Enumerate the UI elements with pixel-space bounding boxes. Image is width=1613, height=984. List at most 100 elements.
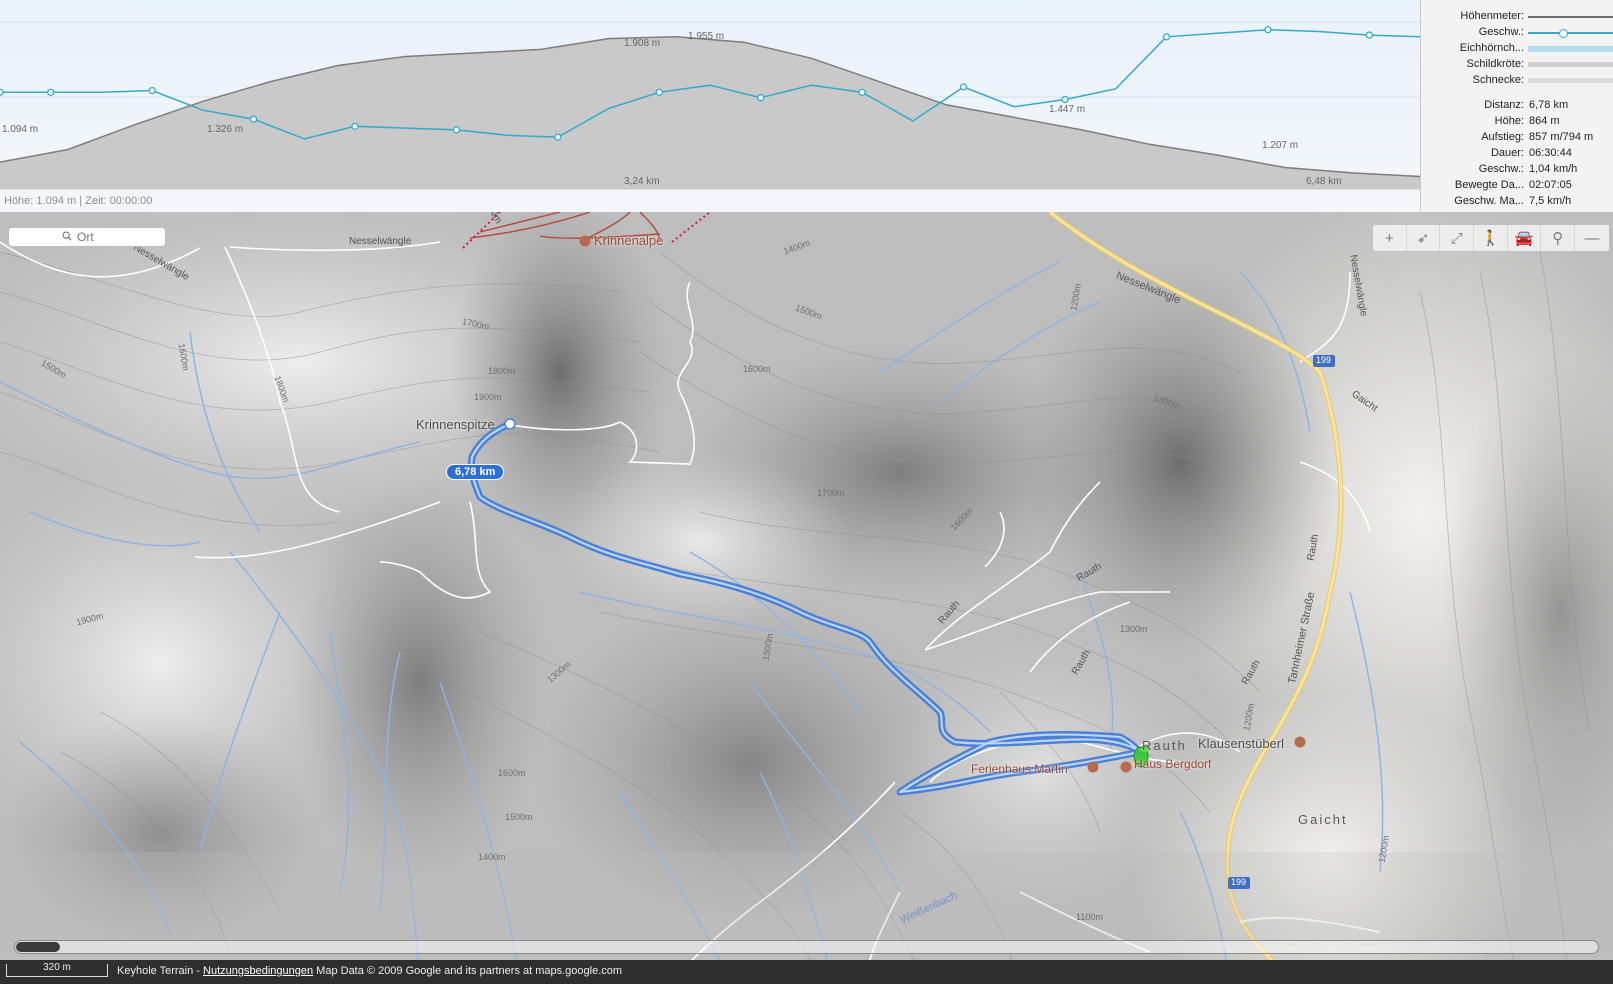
contour-label: 1600m: [743, 364, 771, 374]
stat-moving-time: Bewegte Da... 02:07:05: [1421, 179, 1613, 193]
contour-label: 1400m: [478, 852, 506, 862]
stat-label: Aufstieg:: [1481, 131, 1524, 143]
contour-label: 1800m: [488, 366, 516, 376]
legend-label: Geschw.:: [1478, 26, 1524, 38]
stat-label: Höhe:: [1494, 115, 1524, 127]
legend-label: Schnecke:: [1472, 74, 1524, 86]
attribution-suffix: Map Data © 2009 Google and its partners …: [313, 965, 623, 977]
track-distance-badge: 6,78 km: [446, 464, 505, 480]
minus-icon: —: [1584, 229, 1600, 247]
speed-point: [858, 88, 866, 96]
contour-label: 1300m: [1120, 624, 1148, 634]
stat-duration: Dauer: 06:30:44: [1421, 147, 1613, 161]
terrain-map[interactable]: Krinnenspitze Krinnenalpe Ferienhaus Mar…: [0, 212, 1613, 984]
altitude-label: 1.447 m: [1049, 104, 1086, 115]
distance-label: 6,48 km: [1306, 176, 1342, 187]
attribution: Keyhole Terrain - Nutzungsbedingungen Ma…: [117, 965, 622, 977]
legend-marker: [1559, 29, 1568, 38]
speed-point: [1264, 26, 1272, 34]
altitude-label: 1.326 m: [207, 124, 244, 135]
scale-bar: 320 m: [6, 962, 108, 977]
car-icon: 🚘: [1514, 230, 1534, 247]
route-label: 199: [1316, 355, 1332, 365]
poi-icon-bergdorf: [1120, 761, 1132, 773]
walk-mode-button[interactable]: 🚶: [1474, 225, 1508, 251]
speed-point: [959, 83, 968, 91]
stat-height: Höhe: 864 m: [1421, 115, 1613, 129]
expand-icon: ⤢: [1450, 229, 1463, 247]
legend-elevation: Höhenmeter:: [1421, 10, 1613, 24]
stat-ascent: Aufstieg: 857 m/794 m: [1421, 131, 1613, 145]
speed-point: [554, 133, 562, 141]
profile-status: Höhe: 1.094 m | Zeit: 00:00:00: [4, 195, 153, 207]
zoom-in-button[interactable]: +: [1373, 225, 1407, 251]
location-arrow-icon: ➶: [1416, 230, 1430, 247]
contour-label: 1100m: [1076, 912, 1103, 922]
town-label: Gaicht: [1298, 812, 1348, 827]
scale-label: 320 m: [43, 962, 71, 973]
speed-point: [757, 94, 765, 102]
pin-mode-button[interactable]: ⚲: [1541, 225, 1576, 251]
speed-point: [1061, 95, 1069, 104]
place-label: Ferienhaus Martin: [971, 762, 1068, 776]
road-label: Nesselwängle: [349, 236, 412, 247]
pin-icon: ⚲: [1552, 230, 1564, 247]
place-label: Krinnenspitze: [416, 417, 495, 432]
stat-label: Dauer:: [1490, 147, 1524, 159]
speed-point: [452, 126, 461, 134]
track-end-marker: [504, 418, 516, 430]
legend-label: Höhenmeter:: [1460, 10, 1524, 22]
scrollbar-thumb[interactable]: [16, 942, 60, 952]
location-search[interactable]: [8, 227, 166, 247]
contour-label: 1500m: [505, 812, 533, 822]
legend-turtle: Schildkröte:: [1421, 58, 1613, 72]
contour-label: 1600m: [498, 768, 526, 778]
terms-link[interactable]: Nutzungsbedingungen: [203, 965, 313, 977]
poi-icon-klausenstueberl: [1294, 736, 1306, 748]
stat-value: 1,04 km/h: [1529, 163, 1578, 175]
terrain-map-canvas: [0, 212, 1613, 984]
attribution-prefix: Keyhole Terrain -: [117, 965, 204, 977]
walking-person-icon: 🚶: [1481, 230, 1500, 247]
stat-value: 02:07:05: [1529, 179, 1572, 191]
stat-label: Distanz:: [1484, 99, 1524, 111]
plus-icon: +: [1384, 229, 1394, 247]
legend-swatch: [1528, 78, 1613, 83]
legend-squirrel: Eichhörnch...: [1421, 42, 1613, 56]
altitude-label: 1.207 m: [1262, 140, 1299, 151]
route-label: 199: [1231, 877, 1247, 887]
contour-label: 1900m: [474, 392, 502, 402]
legend-speed: Geschw.:: [1421, 26, 1613, 40]
legend-swatch: [1528, 46, 1613, 52]
place-label: Haus Bergdorf: [1134, 757, 1212, 771]
elevation-profile-chart[interactable]: 1.094 m 1.326 m 1.908 m 1.955 m 1.447 m …: [0, 0, 1420, 212]
speed-point: [351, 122, 359, 130]
collapse-button[interactable]: —: [1575, 225, 1609, 251]
locate-button[interactable]: ➶: [1407, 225, 1441, 251]
legend-snail: Schnecke:: [1421, 74, 1613, 88]
map-horizontal-scrollbar[interactable]: [14, 940, 1599, 954]
stat-value: 06:30:44: [1529, 147, 1572, 159]
speed-point: [655, 88, 663, 96]
stat-value: 7,5 km/h: [1529, 195, 1572, 207]
search-icon: [62, 231, 72, 241]
speed-point: [47, 88, 55, 96]
poi-icon-krinnenalpe: [579, 235, 591, 247]
stat-value: 864 m: [1529, 115, 1560, 127]
map-footer: 320 m Keyhole Terrain - Nutzungsbedingun…: [0, 960, 1613, 984]
track-stats-panel: Höhenmeter: Geschw.: Eichhörnch... Schil…: [1420, 0, 1613, 212]
legend-label: Eichhörnch...: [1459, 42, 1524, 54]
stat-label: Geschw. Ma...: [1454, 195, 1524, 207]
car-mode-button[interactable]: 🚘: [1508, 225, 1542, 251]
stat-label: Bewegte Da...: [1454, 179, 1524, 191]
place-label: Klausenstüberl: [1198, 736, 1284, 751]
fit-track-button[interactable]: ⤢: [1440, 225, 1475, 251]
stat-speed: Geschw.: 1,04 km/h: [1421, 163, 1613, 177]
altitude-label: 1.955 m: [688, 31, 725, 42]
search-input[interactable]: [77, 229, 162, 245]
distance-label: 3,24 km: [624, 176, 660, 187]
speed-point: [249, 115, 258, 123]
stat-distance: Distanz: 6,78 km: [1421, 99, 1613, 113]
legend-swatch: [1528, 32, 1613, 34]
stat-label: Geschw.:: [1478, 163, 1524, 175]
